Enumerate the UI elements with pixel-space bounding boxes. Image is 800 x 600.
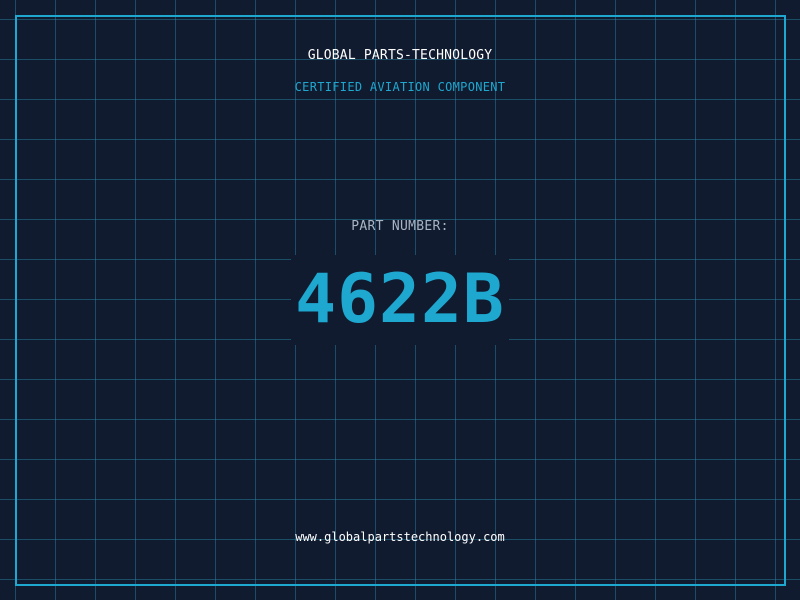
certification-subtitle: CERTIFIED AVIATION COMPONENT [294,80,506,94]
part-number-text: 4622B [291,255,509,345]
company-name: GLOBAL PARTS-TECHNOLOGY [307,48,493,63]
website-url: www.globalpartstechnology.com [295,530,505,544]
part-number-value: 4622B [0,255,800,345]
label-panel: GLOBAL PARTS-TECHNOLOGY CERTIFIED AVIATI… [0,0,800,600]
part-number-label: PART NUMBER: [351,219,449,234]
